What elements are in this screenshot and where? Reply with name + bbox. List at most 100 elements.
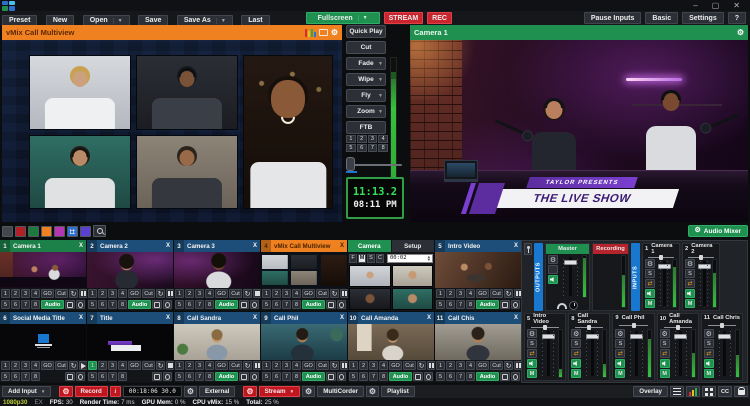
go-button[interactable]: GO [389, 361, 402, 370]
external-button[interactable]: External [199, 386, 235, 397]
bus-6-button[interactable]: 6 [98, 300, 107, 309]
loop-icon[interactable] [504, 361, 513, 370]
bus-assign-icon[interactable] [571, 349, 581, 358]
input-panel[interactable]: 1 Camera 1 X 1 2 3 4 GO Cut [0, 240, 86, 311]
stream-button[interactable]: Stream▼ [259, 386, 300, 397]
solo-button[interactable]: S [615, 339, 625, 348]
mute-button[interactable]: M [704, 369, 714, 378]
go-button[interactable]: GO [128, 289, 141, 298]
gear-icon[interactable] [571, 329, 581, 338]
input-titlebar[interactable]: 8 Call Sandra X [174, 312, 260, 324]
input-panel[interactable]: 3 Camera 3 X 1 2 3 4 GO Cut [174, 240, 260, 311]
input-thumbnail[interactable] [435, 252, 521, 288]
loop-icon[interactable] [243, 289, 252, 298]
bus-6-button[interactable]: 6 [98, 372, 107, 381]
audio-toggle-button[interactable]: Audio [476, 300, 499, 309]
call-camera-tab[interactable]: Camera [348, 240, 391, 252]
chevron-down-icon[interactable]: ▼ [378, 93, 383, 99]
bus-8-button[interactable]: 8 [466, 372, 475, 381]
input-thumbnail[interactable] [87, 324, 173, 360]
bus-assign-icon[interactable] [660, 349, 670, 358]
record-settings-gear-icon[interactable] [59, 386, 72, 397]
transition-effect-button[interactable]: Wipe▼ [346, 73, 386, 86]
overlay-4-button[interactable]: 4 [292, 361, 301, 370]
pan-slider[interactable] [525, 324, 565, 328]
go-button[interactable]: GO [302, 289, 315, 298]
bus-8-button[interactable]: 8 [205, 300, 214, 309]
call-channel-c-button[interactable]: C [376, 254, 384, 263]
input-panel[interactable]: 5 Intro Video X 1 2 3 4 GO Cut [435, 240, 521, 311]
audio-toggle-button[interactable]: Audio [476, 372, 499, 381]
overlay-4-button[interactable]: 4 [31, 289, 40, 298]
pan-slider[interactable] [569, 324, 609, 328]
channel-fader[interactable] [673, 329, 689, 378]
bus-8-button[interactable]: 8 [292, 300, 301, 309]
input-panel[interactable]: 2 Camera 2 X 1 2 3 4 GO Cut [87, 240, 173, 311]
input-thumbnail[interactable] [174, 252, 260, 288]
input-panel[interactable]: 11 Call Chis X 1 2 3 4 GO Cut [435, 312, 521, 383]
overlay-1-button[interactable]: 1 [262, 289, 271, 298]
bus-7-button[interactable]: 7 [282, 372, 291, 381]
stinger-number-button[interactable]: 7 [368, 144, 378, 152]
meter-options-button[interactable] [548, 265, 558, 274]
stinger-number-button[interactable]: 2 [357, 135, 367, 143]
overlay-4-button[interactable]: 4 [118, 361, 127, 370]
call-channel-s-button[interactable]: S [367, 254, 375, 263]
overlay-1-button[interactable]: 1 [1, 289, 10, 298]
bus-7-button[interactable]: 7 [369, 372, 378, 381]
quick-play-button[interactable]: Quick Play [346, 25, 386, 38]
pan-slider[interactable] [643, 254, 679, 258]
monitor-icon[interactable] [152, 372, 162, 381]
master-fader[interactable] [561, 255, 580, 298]
input-thumbnail[interactable] [174, 324, 260, 360]
gear-icon[interactable] [660, 329, 670, 338]
input-thumbnail[interactable] [87, 252, 173, 288]
bus-8-button[interactable]: 8 [118, 300, 127, 309]
overlay-1-button[interactable]: 1 [175, 361, 184, 370]
channel-fader[interactable] [717, 329, 733, 378]
overlay-3-button[interactable]: 3 [21, 361, 30, 370]
closed-captions-icon[interactable]: CC [718, 386, 732, 397]
speaker-icon[interactable] [645, 289, 655, 298]
record-dot-icon[interactable] [76, 372, 85, 381]
maximize-icon[interactable]: ▢ [712, 1, 720, 10]
solo-button[interactable]: S [527, 339, 537, 348]
fader-handle[interactable] [698, 264, 711, 269]
bus-7-button[interactable]: 7 [195, 372, 204, 381]
loop-icon[interactable] [417, 361, 426, 370]
bus-8-button[interactable]: 8 [118, 372, 127, 381]
go-button[interactable]: GO [476, 361, 489, 370]
settings-button[interactable]: Settings [682, 12, 724, 24]
input-titlebar[interactable]: 11 Call Chis X [435, 312, 521, 324]
fader-handle[interactable] [564, 260, 577, 265]
fader-handle[interactable] [542, 334, 555, 339]
add-input-button[interactable]: Add Input▼ [2, 386, 51, 397]
input-titlebar[interactable]: 5 Intro Video X [435, 240, 521, 252]
gear-icon[interactable]: ⚙ [737, 29, 744, 37]
filter-purple-button[interactable] [80, 226, 91, 237]
cut-button[interactable]: Cut [55, 361, 68, 370]
overlay-1-button[interactable]: 1 [349, 361, 358, 370]
minimize-icon[interactable]: – [693, 1, 697, 10]
bus-5-button[interactable]: 5 [262, 300, 271, 309]
fullscreen-button[interactable]: Fullscreen▼ [306, 12, 380, 24]
solo-button[interactable]: S [685, 269, 695, 278]
overlay-1-button[interactable]: 1 [88, 289, 97, 298]
go-button[interactable]: GO [41, 361, 54, 370]
overlay-2-button[interactable]: 2 [98, 361, 107, 370]
monitor-icon[interactable] [500, 300, 510, 309]
overlay-2-button[interactable]: 2 [359, 361, 368, 370]
bus-8-button[interactable]: 8 [205, 372, 214, 381]
filter-grid-button[interactable] [67, 226, 78, 237]
fader-handle[interactable] [630, 334, 643, 339]
basic-button[interactable]: Basic [645, 12, 678, 24]
bus-7-button[interactable]: 7 [195, 300, 204, 309]
speaker-icon[interactable] [548, 275, 558, 284]
bus-5-button[interactable]: 5 [88, 372, 97, 381]
bus-7-button[interactable]: 7 [282, 300, 291, 309]
input-titlebar[interactable]: 1 Camera 1 X [0, 240, 86, 252]
overlay-4-button[interactable]: 4 [205, 289, 214, 298]
pin-icon[interactable] [524, 243, 532, 255]
stinger-number-button[interactable]: 3 [368, 135, 378, 143]
mute-button[interactable]: M [645, 299, 655, 308]
